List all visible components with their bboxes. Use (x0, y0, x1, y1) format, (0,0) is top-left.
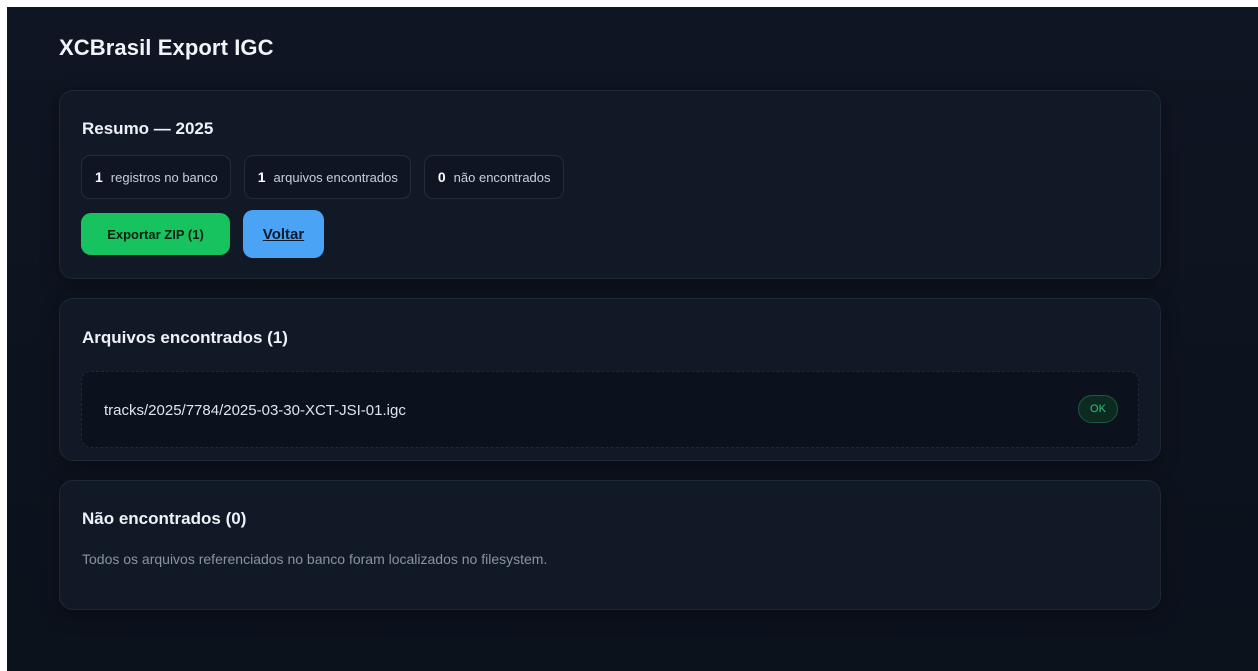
summary-stats: 1 registros no banco 1 arquivos encontra… (81, 155, 564, 199)
summary-title: Resumo — 2025 (82, 119, 214, 138)
found-files-title: Arquivos encontrados (1) (82, 328, 288, 347)
found-files-card: Arquivos encontrados (1) tracks/2025/778… (59, 298, 1161, 461)
back-button[interactable]: Voltar (243, 210, 324, 258)
summary-actions: Exportar ZIP (1) Voltar (81, 210, 324, 258)
stat-value: 1 (95, 169, 103, 185)
app-window: XCBrasil Export IGC Resumo — 2025 1 regi… (7, 7, 1258, 671)
stat-value: 0 (437, 169, 446, 185)
missing-files-message: Todos os arquivos referenciados no banco… (82, 551, 548, 567)
file-list-item: tracks/2025/7784/2025-03-30-XCT-JSI-01.i… (81, 371, 1139, 448)
stat-files-found: 1 arquivos encontrados (243, 155, 411, 199)
stat-label: arquivos encontrados (273, 169, 398, 185)
stat-records-in-db: 1 registros no banco (81, 155, 231, 199)
missing-files-title: Não encontrados (0) (82, 509, 247, 528)
export-zip-button[interactable]: Exportar ZIP (1) (81, 213, 230, 255)
file-path: tracks/2025/7784/2025-03-30-XCT-JSI-01.i… (104, 402, 406, 419)
stat-value: 1 (257, 169, 266, 185)
stat-not-found: 0 não encontrados (423, 155, 564, 199)
status-badge: OK (1078, 395, 1118, 423)
page-title: XCBrasil Export IGC (59, 35, 274, 60)
summary-card: Resumo — 2025 1 registros no banco 1 arq… (59, 90, 1161, 279)
stat-label: registros no banco (110, 169, 218, 185)
missing-files-card: Não encontrados (0) Todos os arquivos re… (59, 480, 1161, 610)
stat-label: não encontrados (453, 169, 551, 185)
